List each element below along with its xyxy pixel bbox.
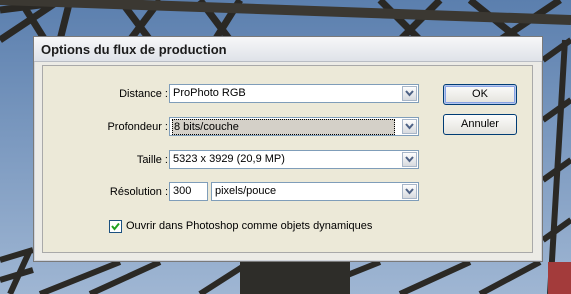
smart-objects-checkbox[interactable] xyxy=(109,220,122,233)
profondeur-label: Profondeur : xyxy=(107,121,168,133)
resolution-unit-select[interactable]: pixels/pouce xyxy=(211,182,419,201)
chevron-down-icon[interactable] xyxy=(402,184,417,199)
ok-button[interactable]: OK xyxy=(443,84,517,105)
smart-objects-label: Ouvrir dans Photoshop comme objets dynam… xyxy=(126,220,373,232)
distance-select[interactable]: ProPhoto RGB xyxy=(169,84,419,103)
chevron-down-icon[interactable] xyxy=(402,119,417,134)
dialog-title: Options du flux de production xyxy=(41,42,227,57)
taille-value: 5323 x 3929 (20,9 MP) xyxy=(173,153,285,165)
workflow-options-dialog: Options du flux de production Distance :… xyxy=(33,36,543,262)
distance-value: ProPhoto RGB xyxy=(173,87,246,99)
dialog-titlebar: Options du flux de production xyxy=(34,37,542,62)
taille-select[interactable]: 5323 x 3929 (20,9 MP) xyxy=(169,150,419,169)
cancel-button[interactable]: Annuler xyxy=(443,114,517,135)
taille-label: Taille : xyxy=(136,154,168,166)
resolution-value: 300 xyxy=(173,185,192,197)
resolution-unit-value: pixels/pouce xyxy=(215,185,277,197)
resolution-label: Résolution : xyxy=(109,186,168,198)
profondeur-select[interactable]: 8 bits/couche xyxy=(169,117,419,136)
chevron-down-icon[interactable] xyxy=(402,152,417,167)
chevron-down-icon[interactable] xyxy=(402,86,417,101)
profondeur-value: 8 bits/couche xyxy=(172,119,395,135)
options-panel: Distance : ProPhoto RGB Profondeur : 8 b… xyxy=(42,65,533,253)
distance-label: Distance : xyxy=(119,88,168,100)
resolution-input[interactable]: 300 xyxy=(169,182,208,201)
